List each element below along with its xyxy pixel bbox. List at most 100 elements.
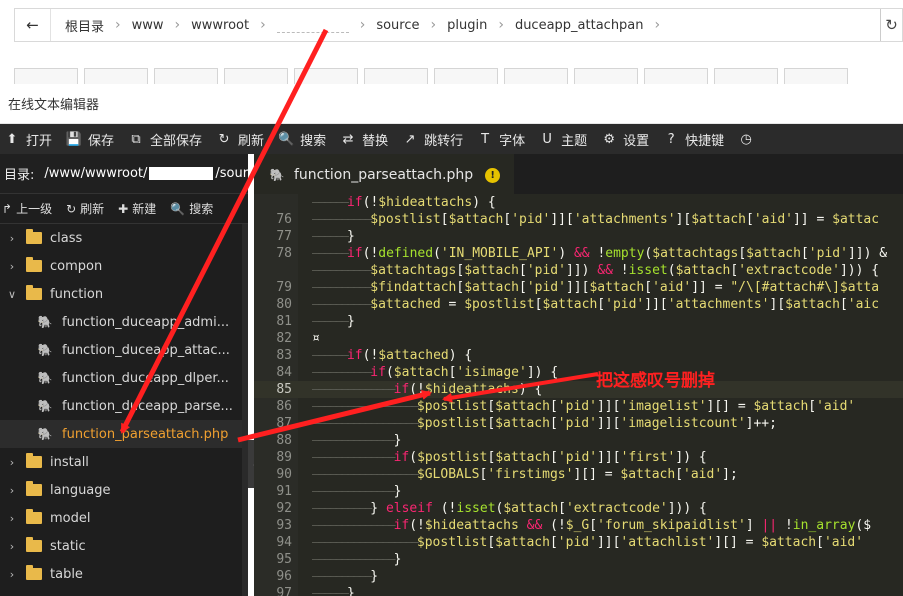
code-text: ——————————————if(!$hideattachs) {: [298, 381, 542, 398]
code-line[interactable]: 91 ——————————————}: [254, 483, 903, 500]
code-line[interactable]: 92 ——————————} elseif (!isset($attach['ex…: [254, 500, 903, 517]
code-line[interactable]: 78 ——————if(!defined('IN_MOBILE_API') && …: [254, 245, 903, 262]
toolbar-button-save-all[interactable]: ⧉ 全部保存: [126, 124, 214, 154]
tree-file-item[interactable]: 🐘 function_parseattach.php: [0, 420, 248, 448]
warning-icon[interactable]: !: [485, 167, 501, 183]
chevron-down-icon[interactable]: ∨: [6, 288, 18, 301]
code-line[interactable]: 81 ——————}: [254, 313, 903, 330]
tree-folder-item[interactable]: › install: [0, 448, 248, 476]
breadcrumb-item[interactable]: source: [370, 18, 425, 33]
sidebar-scrollbar[interactable]: [242, 224, 248, 596]
tree-file-item[interactable]: 🐘 function_duceapp_parse...: [0, 392, 248, 420]
line-number: 77: [254, 228, 298, 245]
code-token: 'aic: [847, 297, 880, 312]
code-line[interactable]: ——————————$attachtags[$attach['pid']]) &…: [254, 262, 903, 279]
code-token: [: [558, 501, 566, 516]
toolbar-button-theme[interactable]: U 主题: [537, 124, 599, 154]
toolbar-button-font[interactable]: T 字体: [475, 124, 537, 154]
chevron-right-icon: ›: [654, 17, 661, 33]
code-line[interactable]: 96 ——————————}: [254, 568, 903, 585]
breadcrumb-item[interactable]: plugin: [441, 18, 493, 33]
arrow-left-icon[interactable]: ←: [15, 9, 51, 41]
tree-folder-item[interactable]: › table: [0, 560, 248, 588]
code-line[interactable]: 97 ——————}: [254, 585, 903, 596]
breadcrumb-item[interactable]: 根目录: [59, 16, 110, 35]
tree-file-item[interactable]: 🐘 function_duceapp_admi...: [0, 308, 248, 336]
chevron-right-icon[interactable]: ›: [6, 568, 18, 581]
code-line[interactable]: 84 ——————————if($attach['isimage']) {: [254, 364, 903, 381]
toolbar-button-save[interactable]: 💾 保存: [64, 124, 126, 154]
code-line[interactable]: 89 ——————————————if($postlist[$attach['pi…: [254, 449, 903, 466]
folder-icon: [26, 285, 42, 300]
code-token: [: [675, 467, 684, 482]
code-line[interactable]: 80 ——————————$attached = $postlist[$attac…: [254, 296, 903, 313]
tree-folder-item[interactable]: › language: [0, 476, 248, 504]
code-line[interactable]: 85 ——————————————if(!$hideattachs) {: [254, 381, 903, 398]
clock-icon: ◷: [740, 131, 752, 147]
code-token: ——————————————: [312, 552, 396, 567]
toolbar-button-replace[interactable]: ⇄ 替换: [338, 124, 400, 154]
code-line[interactable]: 90 ——————————————————$GLOBALS ['firstimgs'…: [254, 466, 903, 483]
sidebar-actions: ↱ 上一级 ↻ 刷新 ✚ 新建 🔍 搜索: [0, 194, 248, 224]
upload-icon: ⬆: [6, 131, 18, 147]
code-area[interactable]: ——————if(!$hideattachs) {76 ——————————$po…: [254, 194, 903, 596]
breadcrumb-item[interactable]: www: [126, 18, 170, 33]
code-line[interactable]: 82 ¤: [254, 330, 903, 347]
code-line[interactable]: 95 ——————————————}: [254, 551, 903, 568]
code-line[interactable]: 93 ——————————————if(!$hideattachs && (!$_…: [254, 517, 903, 534]
code-text: ——————————$findattach[$attach['pid']][$a…: [298, 279, 879, 296]
tree-file-item[interactable]: 🐘 function_duceapp_dlper...: [0, 364, 248, 392]
code-token: 'pid': [511, 212, 551, 227]
toolbar-button-search[interactable]: 🔍 搜索: [276, 124, 338, 154]
toolbar-button-refresh[interactable]: ↻ 刷新: [214, 124, 276, 154]
breadcrumb-item[interactable]: wwwroot: [185, 18, 255, 33]
code-line[interactable]: 79 ——————————$findattach[$attach['pid']][…: [254, 279, 903, 296]
code-token: 'pid': [526, 263, 566, 278]
tree-folder-item[interactable]: ∨ function: [0, 280, 248, 308]
sidebar-action-search[interactable]: 🔍 搜索: [170, 200, 213, 217]
sidebar-action-refresh[interactable]: ↻ 刷新: [66, 200, 104, 217]
code-text: ——————if(!defined('IN_MOBILE_API') && !e…: [298, 245, 887, 262]
code-token: 'aid': [683, 467, 723, 482]
code-line[interactable]: ——————if(!$hideattachs) {: [254, 194, 903, 211]
code-token: ——————————————————: [312, 416, 419, 431]
sidebar-action-label: 搜索: [189, 202, 214, 216]
code-token: if: [393, 518, 410, 533]
php-elephant-icon: 🐘: [37, 427, 53, 441]
directory-path[interactable]: /www/wwwroot/ /sour: [44, 166, 248, 181]
code-token: [: [816, 535, 824, 550]
chevron-right-icon[interactable]: ›: [6, 232, 18, 245]
breadcrumb-item[interactable]: duceapp_attachpan: [509, 18, 650, 33]
code-line[interactable]: 76 ——————————$postlist[$attach['pid']]['a…: [254, 211, 903, 228]
chevron-right-icon[interactable]: ›: [6, 512, 18, 525]
chevron-right-icon[interactable]: ›: [6, 484, 18, 497]
code-token: $hideattachs: [424, 518, 519, 533]
tree-file-item[interactable]: 🐘 function_duceapp_attac...: [0, 336, 248, 364]
sidebar-action-plus[interactable]: ✚ 新建: [118, 200, 156, 217]
tree-folder-item[interactable]: › class: [0, 224, 248, 252]
code-line[interactable]: 86 ——————————————————$postlist[$attach['p…: [254, 398, 903, 415]
tree-folder-item[interactable]: › compon: [0, 252, 248, 280]
toolbar-button-upload[interactable]: ⬆ 打开: [0, 124, 64, 154]
code-token: [: [549, 535, 558, 550]
chevron-right-icon[interactable]: ›: [6, 456, 18, 469]
code-token: ]] =: [792, 212, 833, 227]
tree-folder-item[interactable]: › model: [0, 504, 248, 532]
code-line[interactable]: 83 ——————if(!$attached) {: [254, 347, 903, 364]
toolbar-button-gear[interactable]: ⚙ 设置: [599, 124, 661, 154]
chevron-right-icon[interactable]: ›: [6, 540, 18, 553]
tree-folder-item[interactable]: › static: [0, 532, 248, 560]
toolbar-button-help[interactable]: ? 快捷键: [661, 124, 736, 154]
toolbar-button-jump[interactable]: ↗ 跳转行: [400, 124, 475, 154]
refresh-icon[interactable]: ↻: [880, 9, 902, 41]
code-line[interactable]: 87 ——————————————————$postlist[$attach['p…: [254, 415, 903, 432]
editor-tab[interactable]: 🐘 function_parseattach.php !: [254, 154, 515, 194]
code-line[interactable]: 94 ——————————————————$postlist[$attach['p…: [254, 534, 903, 551]
code-line[interactable]: 88 ——————————————}: [254, 432, 903, 449]
chevron-right-icon[interactable]: ›: [6, 260, 18, 273]
toolbar-button-clock[interactable]: ◷: [736, 124, 772, 154]
code-token: $hideattachs: [424, 382, 519, 397]
sidebar-action-up-level[interactable]: ↱ 上一级: [2, 200, 52, 217]
code-token: $attach: [675, 263, 731, 278]
code-line[interactable]: 77 ——————}: [254, 228, 903, 245]
